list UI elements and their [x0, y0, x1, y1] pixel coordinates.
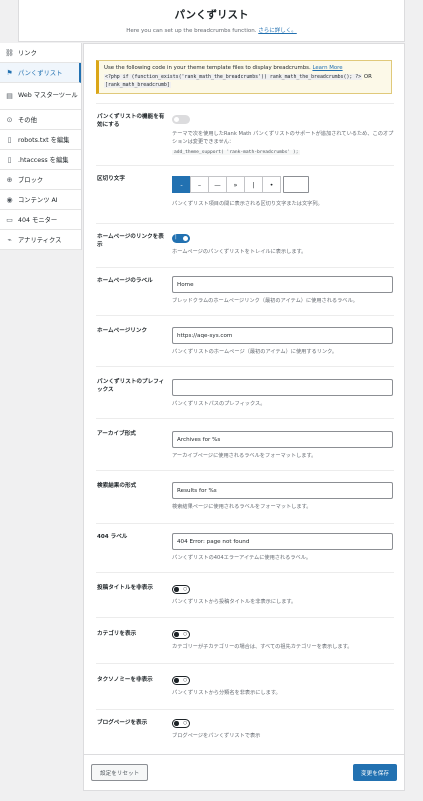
prefix-input[interactable]	[172, 379, 393, 396]
settings-panel: Use the following code in your theme tem…	[83, 43, 405, 791]
sidebar-item-label: その他	[18, 117, 37, 124]
separator-options: - – — » | •	[172, 176, 394, 193]
page-subtitle: Here you can set up the breadcrumbs func…	[126, 28, 297, 34]
hide-taxonomy-toggle[interactable]: ○	[172, 676, 190, 685]
theme-support-code: add_theme_support( 'rank-math-breadcrumb…	[172, 149, 301, 155]
sidebar-item-label: アナリティクス	[18, 237, 62, 244]
archive-format-input[interactable]: Archives for %s	[172, 431, 393, 448]
sidebar-item-links[interactable]: ⛓ リンク	[0, 43, 81, 63]
page-title: パンくずリスト	[174, 9, 249, 21]
sidebar-item-label: 404 モニター	[18, 217, 58, 224]
sidebar-item-label: パンくずリスト	[18, 70, 63, 77]
analytics-icon: ⌁	[7, 235, 12, 244]
setting-enable-breadcrumbs: パンくずリストの機能を有効にする テーマで次を使用したRank Math パンく…	[96, 103, 394, 165]
toolbox-icon: ▤	[6, 91, 13, 100]
sidebar-item-blocks[interactable]: ⊕ ブロック	[0, 170, 81, 190]
monitor-icon: ▭	[6, 215, 13, 224]
enable-breadcrumbs-toggle[interactable]	[172, 115, 190, 124]
sidebar-item-breadcrumbs[interactable]: ⚑ パンくずリスト	[0, 63, 81, 83]
separator-option-hyphen[interactable]: -	[172, 176, 191, 193]
home-label-input[interactable]: Home	[172, 276, 393, 293]
settings-footer: 設定をリセット 変更を保存	[84, 754, 404, 790]
block-icon: ⊕	[6, 175, 13, 184]
sidebar-item-label: ブロック	[18, 177, 44, 184]
setting-archive-format: アーカイブ形式 Archives for %s アーカイブページに使用されるラベ…	[96, 418, 394, 470]
sidebar-item-404-monitor[interactable]: ▭ 404 モニター	[0, 210, 81, 230]
reset-settings-button[interactable]: 設定をリセット	[91, 764, 149, 781]
hide-title-toggle[interactable]: ○	[172, 585, 190, 594]
home-link-input[interactable]: https://aqe-sys.com	[172, 327, 393, 344]
file-icon: ▯	[7, 135, 12, 144]
blog-page-toggle[interactable]: ○	[172, 719, 190, 728]
sidebar-item-robots[interactable]: ▯ robots.txt を編集	[0, 130, 81, 150]
php-code: <?php if (function_exists('rank_math_the…	[104, 73, 363, 80]
shortcode: [rank_math_breadcrumb]	[104, 82, 171, 89]
setting-404-label: 404 ラベル 404 Error: page not found パンくずリス…	[96, 523, 394, 572]
setting-prefix: パンくずリストのプレフィックス パンくずリストパスのプレフィックス。	[96, 366, 394, 418]
label-404-input[interactable]: 404 Error: page not found	[172, 533, 393, 550]
sidebar-item-label: Web マスターツール	[18, 92, 78, 100]
setting-hide-title: 投稿タイトルを非表示 ○ パンくずリストから投稿タイトルを非表示にします。	[96, 572, 394, 617]
setting-home-link: ホームページリンク https://aqe-sys.com パンくずリストのホー…	[96, 315, 394, 366]
separator-option-pipe[interactable]: |	[244, 176, 263, 193]
setting-show-home: ホームページのリンクを表示 | ホームページのパンくずリストをトレイルに表示しま…	[96, 223, 394, 267]
separator-option-en-dash[interactable]: –	[190, 176, 209, 193]
usage-notice: Use the following code in your theme tem…	[96, 60, 392, 95]
sidebar-item-others[interactable]: ⊙ その他	[0, 110, 81, 130]
show-home-toggle[interactable]: |	[172, 234, 190, 243]
settings-circle-icon: ⊙	[6, 115, 13, 124]
signpost-icon: ⚑	[6, 68, 13, 77]
notice-learn-more-link[interactable]: Learn More	[312, 65, 342, 71]
setting-separator: 区切り文字 - – — » | • パンくずリスト項目の間に表示される区切り文字…	[96, 165, 394, 223]
separator-option-raquo[interactable]: »	[226, 176, 245, 193]
setting-show-category: カテゴリを表示 ○ カテゴリーが子カテゴリーの場合は、すべての祖先カテゴリーを表…	[96, 617, 394, 663]
setting-blog-page: ブログページを表示 ○ ブログページをパンくずリストで表示	[96, 709, 394, 756]
link-icon: ⛓	[5, 48, 14, 57]
sidebar-item-label: .htaccess を編集	[18, 157, 69, 164]
settings-sidebar: ⛓ リンク ⚑ パンくずリスト ▤ Web マスターツール ⊙ その他 ▯ ro…	[0, 43, 82, 250]
save-changes-button[interactable]: 変更を保存	[353, 764, 397, 781]
show-category-toggle[interactable]: ○	[172, 630, 190, 639]
sidebar-item-label: robots.txt を編集	[18, 137, 70, 144]
sidebar-item-htaccess[interactable]: ▯ .htaccess を編集	[0, 150, 81, 170]
separator-option-em-dash[interactable]: —	[208, 176, 227, 193]
sidebar-item-label: コンテンツ AI	[18, 197, 58, 204]
setting-hide-taxonomy: タクソノミーを非表示 ○ パンくずリストから分類名を非表示にします。	[96, 663, 394, 709]
sidebar-item-label: リンク	[18, 50, 37, 57]
sidebar-item-analytics[interactable]: ⌁ アナリティクス	[0, 230, 81, 250]
page-header: パンくずリスト Here you can set up the breadcru…	[18, 0, 405, 42]
content-ai-icon: ◉	[6, 195, 13, 204]
sidebar-item-content-ai[interactable]: ◉ コンテンツ AI	[0, 190, 81, 210]
file-code-icon: ▯	[7, 155, 12, 164]
separator-custom-input[interactable]	[283, 176, 309, 193]
learn-more-link[interactable]: さらに詳しく。	[258, 28, 297, 34]
search-format-input[interactable]: Results for %s	[172, 482, 393, 499]
setting-home-label: ホームページのラベル Home ブレッドクラムのホームページリンク（最初のアイテ…	[96, 267, 394, 315]
sidebar-item-webmaster-tools[interactable]: ▤ Web マスターツール	[0, 83, 81, 110]
separator-option-bullet[interactable]: •	[262, 176, 281, 193]
setting-search-format: 検索結果の形式 Results for %s 検索結果ページに使用されるラベルを…	[96, 470, 394, 523]
